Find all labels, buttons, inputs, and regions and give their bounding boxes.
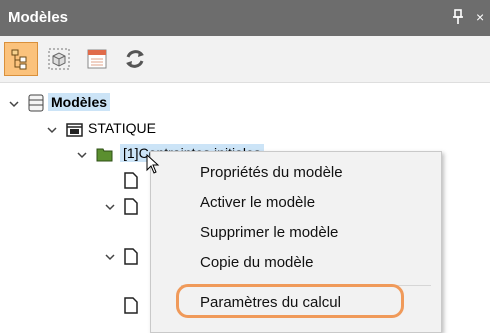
tree-view-button[interactable]: [4, 42, 38, 76]
document-icon: [124, 198, 138, 215]
database-icon: [28, 94, 44, 112]
tree-node-child-4[interactable]: [0, 295, 150, 317]
tree-node-child-2[interactable]: [0, 196, 150, 218]
chevron-down-icon[interactable]: [8, 98, 20, 110]
panel-title: Modèles: [8, 9, 69, 26]
chevron-down-icon[interactable]: [46, 124, 58, 136]
document-icon: [124, 297, 138, 314]
list-window-button[interactable]: [80, 42, 114, 76]
panel-toolbar: [0, 36, 490, 83]
tree-label-statique: STATIQUE: [88, 120, 156, 136]
menu-item-delete-model[interactable]: Supprimer le modèle: [151, 218, 441, 248]
document-icon: [124, 248, 138, 265]
model-3d-button[interactable]: [42, 42, 76, 76]
tree-label-root: Modèles: [48, 93, 111, 111]
close-icon[interactable]: ×: [476, 9, 484, 25]
model-3d-icon: [48, 48, 70, 70]
list-window-icon: [87, 49, 107, 69]
chevron-down-icon[interactable]: [76, 149, 88, 161]
chevron-down-icon[interactable]: [104, 251, 116, 263]
case-folder-icon: [66, 123, 83, 137]
refresh-button[interactable]: [118, 42, 152, 76]
tree-node-child-3[interactable]: [0, 246, 150, 268]
tree-node-root[interactable]: Modèles: [0, 93, 300, 115]
chevron-down-icon[interactable]: [104, 201, 116, 213]
menu-item-copy-model[interactable]: Copie du modèle: [151, 248, 441, 278]
mouse-cursor-icon: [146, 154, 160, 174]
pin-icon[interactable]: [452, 9, 464, 28]
menu-item-model-properties[interactable]: Propriétés du modèle: [151, 158, 441, 188]
refresh-icon: [126, 50, 144, 68]
highlight-annotation: [176, 284, 404, 318]
tree-node-statique[interactable]: STATIQUE: [0, 119, 300, 141]
tree-node-child-1[interactable]: [0, 170, 150, 192]
menu-item-activate-model[interactable]: Activer le modèle: [151, 188, 441, 218]
folder-icon: [96, 148, 113, 162]
panel-titlebar: Modèles ×: [0, 0, 490, 36]
tree-view-icon: [11, 49, 27, 70]
document-icon: [124, 172, 138, 189]
